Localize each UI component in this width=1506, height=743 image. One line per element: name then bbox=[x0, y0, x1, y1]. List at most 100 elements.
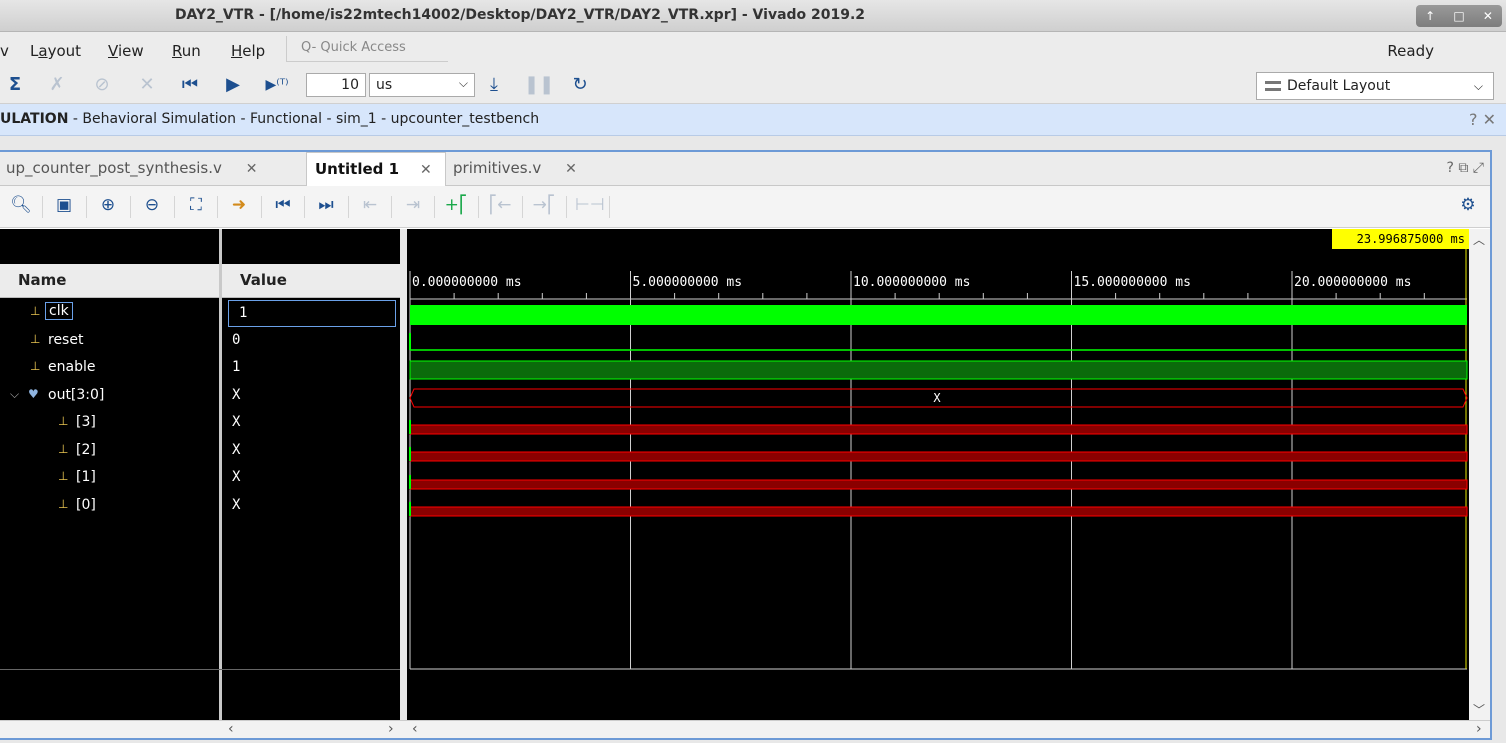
scroll-right-icon[interactable]: › bbox=[388, 721, 394, 737]
tab-untitled-1[interactable]: Untitled 1 ✕ bbox=[306, 152, 446, 186]
signal-icon: ⊥ bbox=[30, 304, 41, 318]
signal-row-reset[interactable]: ⊥ reset bbox=[0, 328, 219, 355]
zoom-out-icon[interactable]: ⊖ bbox=[139, 195, 165, 215]
run-for-icon[interactable]: ▶⁽ᵀ⁾ bbox=[265, 77, 289, 93]
search-icon[interactable]: 🔍︎ bbox=[8, 195, 34, 215]
window-controls: ↑ □ ✕ bbox=[1416, 5, 1502, 27]
menu-run[interactable]: Run bbox=[172, 42, 201, 60]
time-tick-label: 0.000000000 ms bbox=[412, 275, 522, 290]
close-icon[interactable]: ✕ bbox=[1483, 9, 1493, 23]
signal-icon: ⊥ bbox=[30, 359, 41, 373]
horizontal-scrollbar[interactable]: ‹ › ‹ › bbox=[0, 720, 1490, 738]
value-column-header[interactable]: Value bbox=[222, 264, 400, 298]
chevron-down-icon: ⌵ bbox=[1473, 79, 1483, 93]
run-all-icon[interactable]: ▶ bbox=[221, 74, 245, 95]
previous-marker-icon: ⎡← bbox=[488, 195, 512, 215]
run-time-input[interactable]: 10 bbox=[306, 73, 366, 97]
layout-select[interactable]: Default Layout ⌵ bbox=[1256, 72, 1494, 100]
status-ready: Ready bbox=[1387, 42, 1434, 60]
previous-transition-icon: ⇤ bbox=[362, 195, 378, 215]
restore-icon[interactable]: □ bbox=[1453, 9, 1464, 23]
signal-value-out-0: X bbox=[232, 497, 241, 513]
signal-value-reset: 0 bbox=[232, 332, 241, 348]
waveform-canvas[interactable]: 0.000000000 ms 5.000000000 ms 10.000000000… bbox=[407, 229, 1469, 720]
scroll-left-icon[interactable]: ‹ bbox=[412, 721, 418, 737]
signal-row-out[interactable]: ⌵ ♥ out[3:0] bbox=[0, 383, 219, 410]
zoom-in-icon[interactable]: ⊕ bbox=[95, 195, 121, 215]
tab-primitives[interactable]: primitives.v ✕ bbox=[453, 152, 577, 186]
sigma-icon[interactable]: Σ bbox=[3, 74, 27, 95]
zoom-fit-icon[interactable]: ⛶ bbox=[183, 195, 209, 215]
tab-up-counter-post-synthesis[interactable]: up_counter_post_synthesis.v ✕ bbox=[6, 152, 257, 186]
menu-bar bbox=[0, 32, 1506, 68]
pause-icon: ❚❚ bbox=[524, 74, 555, 95]
signal-row-out-2[interactable]: ⊥ [2] bbox=[0, 438, 219, 465]
time-tick-label: 10.000000000 ms bbox=[853, 275, 970, 290]
bus-icon: ♥ bbox=[28, 387, 39, 401]
disabled-tool-icon: ✗ bbox=[49, 74, 65, 95]
signal-icon: ⊥ bbox=[30, 332, 41, 346]
menu-partial-item[interactable]: v bbox=[0, 42, 9, 60]
close-icon[interactable]: ✕ bbox=[565, 161, 577, 177]
pane-divider[interactable] bbox=[400, 229, 407, 720]
window-title-bar: DAY2_VTR - [/home/is22mtech14002/Desktop… bbox=[0, 0, 1506, 32]
wave-enable bbox=[409, 360, 1468, 380]
close-icon[interactable]: ✕ bbox=[246, 161, 258, 177]
run-unit-select[interactable]: us ⌵ bbox=[369, 73, 475, 97]
time-tick-label: 15.000000000 ms bbox=[1074, 275, 1191, 290]
disabled-tool-icon: ⊘ bbox=[94, 74, 110, 95]
scroll-up-icon[interactable]: ︿ bbox=[1473, 231, 1485, 248]
go-to-start-icon[interactable]: ⏮ bbox=[270, 195, 296, 215]
close-icon[interactable]: ✕ bbox=[420, 162, 432, 178]
menu-help[interactable]: Help bbox=[231, 42, 265, 60]
run-unit-value: us bbox=[376, 77, 393, 93]
signal-value-out-3: X bbox=[232, 414, 241, 430]
signal-row-out-3[interactable]: ⊥ [3] bbox=[0, 410, 219, 437]
signal-value-out-1: X bbox=[232, 469, 241, 485]
scroll-right-icon[interactable]: › bbox=[1476, 721, 1482, 737]
gear-icon[interactable]: ⚙ bbox=[1455, 195, 1481, 215]
signal-row-enable[interactable]: ⊥ enable bbox=[0, 355, 219, 382]
waveform-toolbar bbox=[0, 186, 1490, 228]
signal-icon: ⊥ bbox=[58, 414, 69, 428]
menu-layout[interactable]: Layout bbox=[30, 42, 81, 60]
wave-clk bbox=[410, 305, 1467, 325]
wave-bit-x bbox=[409, 506, 1468, 517]
signal-icon: ⊥ bbox=[58, 442, 69, 456]
add-marker-icon[interactable]: +⎡ bbox=[443, 195, 469, 215]
time-tick-label: 20.000000000 ms bbox=[1294, 275, 1411, 290]
relaunch-icon[interactable]: ↻ bbox=[568, 74, 592, 95]
signal-row-clk[interactable]: ⊥ clk bbox=[0, 300, 219, 327]
swap-cursors-icon: ⊢⊣ bbox=[575, 195, 605, 215]
chevron-down-icon: ⌵ bbox=[458, 76, 468, 90]
simulation-controls[interactable]: ? ✕ bbox=[1469, 110, 1496, 129]
disabled-tool-icon: ✕ bbox=[139, 74, 155, 95]
vertical-scrollbar[interactable]: ︿ ﹀ bbox=[1469, 229, 1490, 720]
restart-to-start-icon[interactable]: ⏮ bbox=[178, 74, 202, 95]
layout-value: Default Layout bbox=[1287, 78, 1391, 94]
scroll-left-icon[interactable]: ‹ bbox=[228, 721, 234, 737]
time-tick-label: 5.000000000 ms bbox=[633, 275, 743, 290]
tab-window-controls[interactable]: ? ⧉ ⤢ bbox=[1446, 160, 1484, 176]
cursor-time-label: 23.996875000 ms bbox=[1357, 232, 1465, 246]
signal-row-out-0[interactable]: ⊥ [0] bbox=[0, 493, 219, 520]
chevron-down-icon[interactable]: ⌵ bbox=[10, 387, 19, 402]
signal-row-out-1[interactable]: ⊥ [1] bbox=[0, 465, 219, 492]
signal-icon: ⊥ bbox=[58, 469, 69, 483]
layout-icon bbox=[1265, 81, 1281, 91]
menu-view[interactable]: View bbox=[108, 42, 144, 60]
go-to-cursor-icon[interactable]: ➜ bbox=[226, 195, 252, 215]
go-to-end-icon[interactable]: ⏭ bbox=[313, 195, 339, 215]
quick-access-search[interactable]: Q- Quick Access bbox=[286, 36, 448, 62]
maximize-up-icon[interactable]: ↑ bbox=[1425, 9, 1435, 23]
save-icon[interactable]: ▣ bbox=[51, 195, 77, 215]
wave-bit-x bbox=[409, 451, 1468, 462]
wave-bit-x bbox=[409, 479, 1468, 490]
name-column-header[interactable]: Name bbox=[0, 264, 219, 298]
simulation-header: ULATION - Behavioral Simulation - Functi… bbox=[0, 104, 1506, 136]
signal-value-out: X bbox=[232, 387, 241, 403]
signal-value-clk[interactable]: 1 bbox=[228, 300, 396, 327]
scroll-down-icon[interactable]: ﹀ bbox=[1473, 701, 1485, 718]
simulation-title: ULATION - Behavioral Simulation - Functi… bbox=[0, 111, 540, 127]
step-icon[interactable]: ⤓ bbox=[482, 74, 506, 95]
